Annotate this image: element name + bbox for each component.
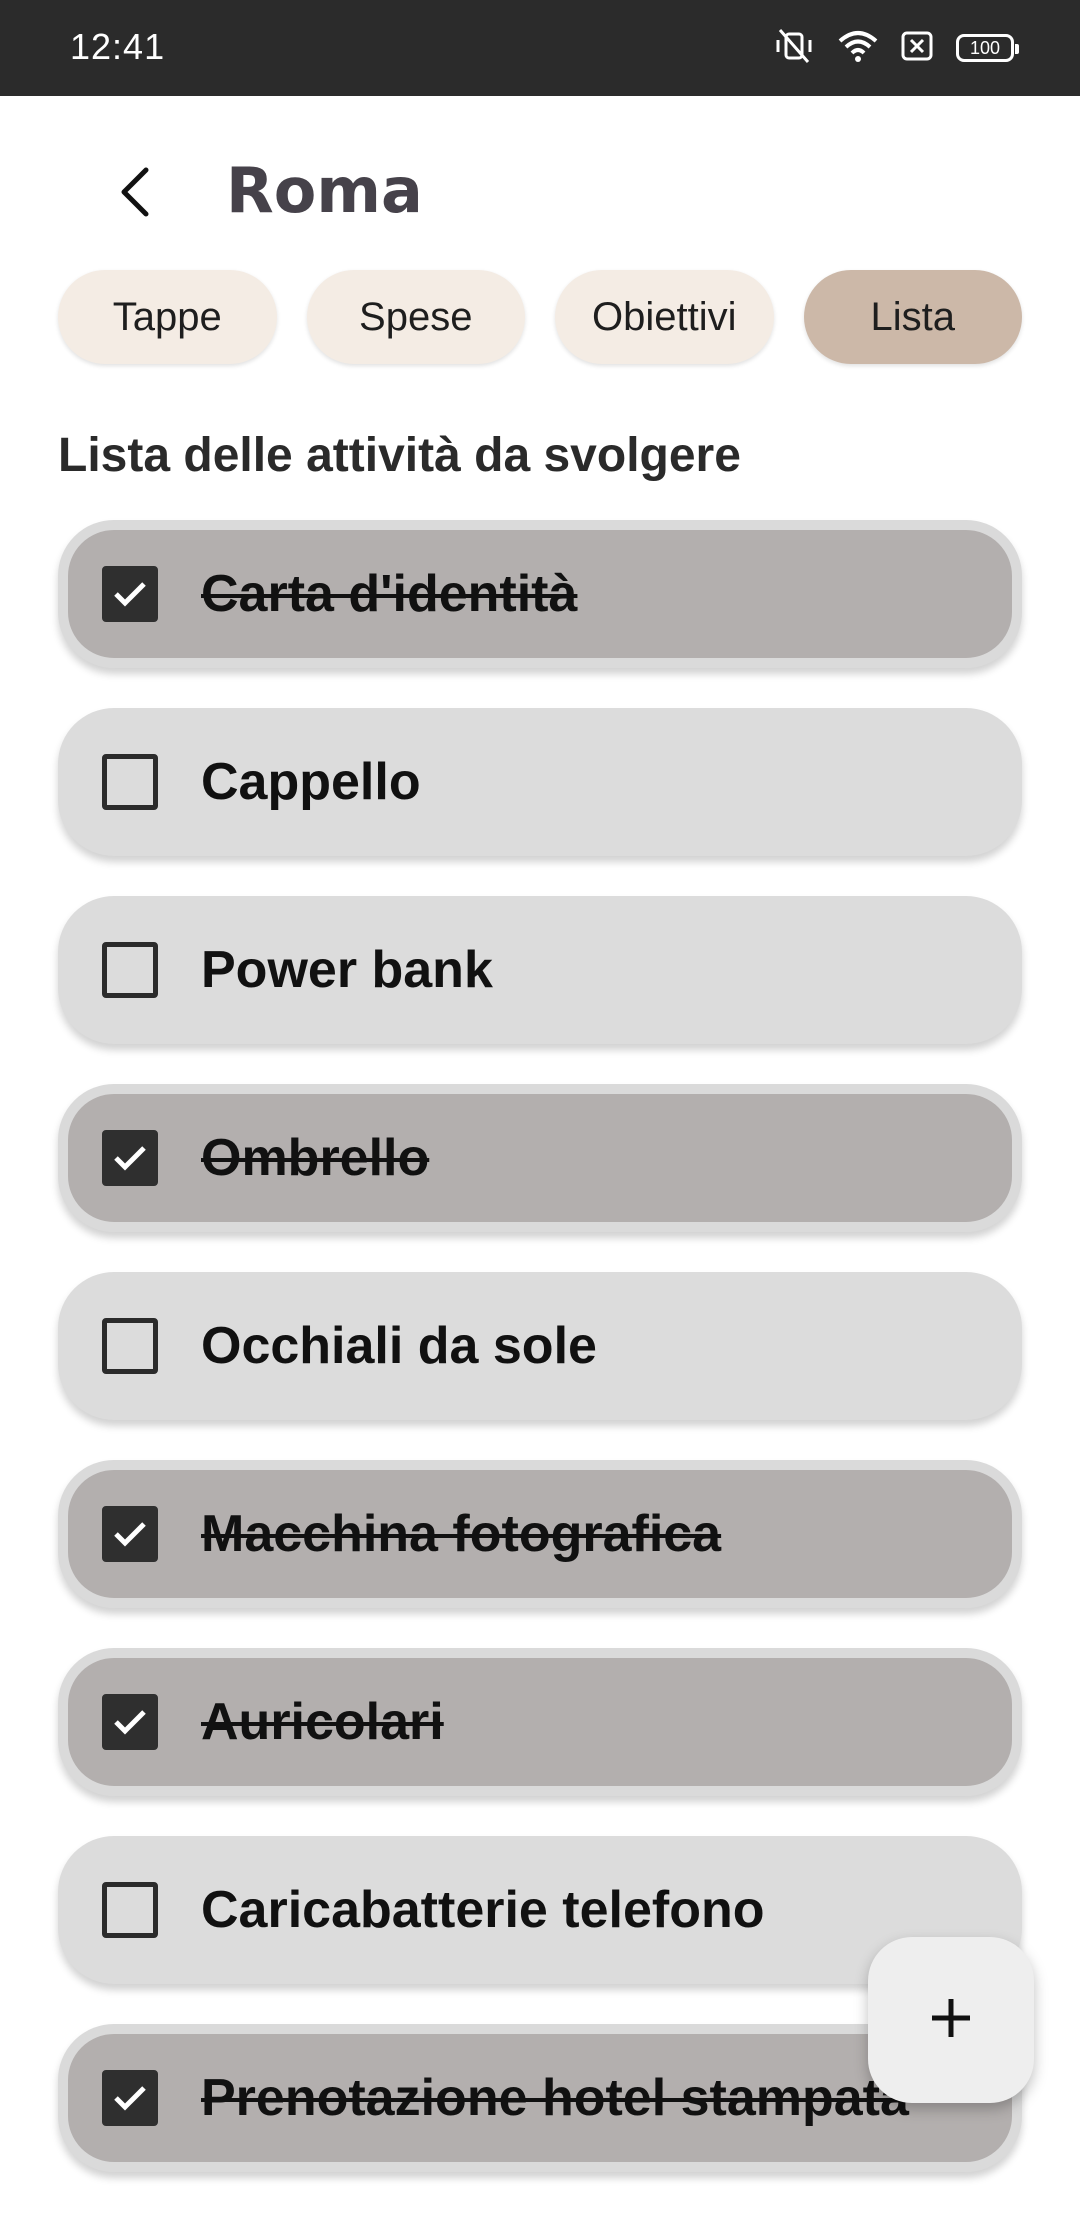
list-item-label: Auricolari — [201, 1693, 444, 1751]
list-item[interactable]: Ombrello — [58, 1084, 1022, 1232]
check-icon — [114, 582, 146, 607]
list-item[interactable]: Macchina fotografica — [58, 1460, 1022, 1608]
checkbox-unchecked[interactable] — [102, 942, 158, 998]
list-item-label: Caricabatterie telefono — [201, 1881, 765, 1939]
status-time: 12:41 — [70, 26, 166, 67]
sim-off-icon — [900, 30, 934, 67]
checkbox-checked[interactable] — [102, 1694, 158, 1750]
tab-tappe[interactable]: Tappe — [58, 270, 277, 364]
list-item[interactable]: Occhiali da sole — [58, 1272, 1022, 1420]
list-item-label: Cappello — [201, 753, 421, 811]
list-item[interactable]: Carta d'identità — [58, 520, 1022, 668]
list-item-label: Macchina fotografica — [201, 1505, 722, 1563]
battery-icon: 100 — [956, 34, 1019, 62]
add-item-button[interactable] — [868, 1937, 1034, 2103]
checkbox-checked[interactable] — [102, 1506, 158, 1562]
page-title: Roma — [226, 154, 423, 227]
list-item-label: Carta d'identità — [201, 565, 578, 623]
back-arrow-icon — [116, 166, 156, 223]
checkbox-unchecked[interactable] — [102, 754, 158, 810]
list-item-label: Ombrello — [201, 1129, 430, 1187]
check-icon — [114, 1522, 146, 1547]
status-icons: 100 — [772, 28, 1019, 69]
vibrate-off-icon — [772, 28, 816, 69]
check-icon — [114, 2086, 146, 2111]
tab-spese[interactable]: Spese — [306, 270, 525, 364]
checkbox-unchecked[interactable] — [102, 1318, 158, 1374]
tab-lista[interactable]: Lista — [803, 270, 1022, 364]
checkbox-checked[interactable] — [102, 2070, 158, 2126]
checkbox-checked[interactable] — [102, 1130, 158, 1186]
wifi-icon — [838, 29, 878, 68]
list-item[interactable]: Power bank — [58, 896, 1022, 1044]
status-bar: 12:41 100 — [0, 0, 1080, 96]
tab-obiettivi[interactable]: Obiettivi — [555, 270, 774, 364]
header: Roma — [0, 96, 1080, 286]
list-item-label: Power bank — [201, 941, 493, 999]
tab-bar: Tappe Spese Obiettivi Lista — [58, 270, 1022, 364]
plus-icon — [926, 1993, 976, 2048]
checkbox-checked[interactable] — [102, 566, 158, 622]
list-item-label: Prenotazione hotel stampata — [201, 2069, 909, 2127]
list-item[interactable]: Cappello — [58, 708, 1022, 856]
list-item-label: Occhiali da sole — [201, 1317, 597, 1375]
section-title: Lista delle attività da svolgere — [58, 429, 741, 482]
check-icon — [114, 1710, 146, 1735]
check-icon — [114, 1146, 146, 1171]
back-button[interactable] — [100, 158, 172, 230]
checkbox-unchecked[interactable] — [102, 1882, 158, 1938]
list-item[interactable]: Auricolari — [58, 1648, 1022, 1796]
